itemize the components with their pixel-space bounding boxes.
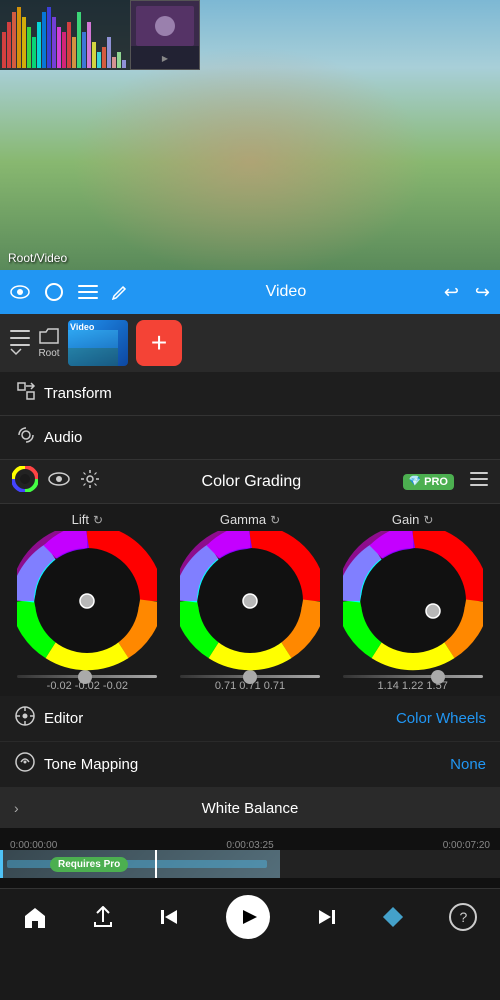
menu-icon[interactable] xyxy=(78,285,98,299)
timeline-clip[interactable] xyxy=(0,850,280,878)
editor-label: Editor xyxy=(44,710,396,727)
clip-row: Root Video + xyxy=(0,314,500,372)
cg-settings-icon[interactable] xyxy=(80,469,100,494)
play-button[interactable] xyxy=(226,895,270,939)
gain-wheel: Gain ↻ xyxy=(337,512,489,692)
gain-reset-icon[interactable]: ↻ xyxy=(423,513,433,527)
lift-values: -0.02 -0.02 -0.02 xyxy=(47,680,128,692)
wheels-row: Lift ↻ xyxy=(6,512,494,692)
gamma-reset-icon[interactable]: ↻ xyxy=(270,513,280,527)
root-label: Root xyxy=(38,348,59,359)
editor-row[interactable]: Editor Color Wheels xyxy=(0,696,500,742)
editor-icon xyxy=(14,705,44,732)
tone-mapping-row[interactable]: Tone Mapping None xyxy=(0,742,500,788)
home-button[interactable] xyxy=(23,906,47,928)
gain-slider[interactable] xyxy=(343,675,483,678)
gain-values: 1.14 1.22 1.57 xyxy=(377,680,447,692)
video-preview: ▶ Root/Video xyxy=(0,0,500,270)
gamma-slider-row xyxy=(180,675,320,678)
audio-row[interactable]: Audio xyxy=(0,416,500,460)
circle-icon[interactable] xyxy=(44,282,64,302)
lift-wheel: Lift ↻ xyxy=(11,512,163,692)
add-clip-button[interactable]: + xyxy=(136,320,182,366)
undo-icon[interactable]: ↩ xyxy=(444,282,459,303)
timeline-bar[interactable]: Requires Pro xyxy=(0,850,500,878)
share-button[interactable] xyxy=(92,906,114,928)
color-wheel-icon[interactable] xyxy=(12,466,38,497)
cg-eye-icon[interactable] xyxy=(48,472,70,491)
playhead xyxy=(155,850,157,878)
eye-icon[interactable] xyxy=(10,285,30,299)
gain-wheel-canvas[interactable] xyxy=(343,531,483,671)
gamma-values: 0.71 0.71 0.71 xyxy=(215,680,285,692)
histogram xyxy=(0,0,130,70)
transform-label: Transform xyxy=(44,385,484,402)
lift-slider-row xyxy=(17,675,157,678)
top-toolbar: Video ↩ ↪ xyxy=(0,270,500,314)
audio-label: Audio xyxy=(44,429,484,446)
redo-icon[interactable]: ↪ xyxy=(475,282,490,303)
pencil-icon[interactable] xyxy=(112,284,128,300)
white-balance-label: White Balance xyxy=(202,800,299,817)
cg-title: Color Grading xyxy=(110,473,393,491)
lift-slider[interactable] xyxy=(17,675,157,678)
pro-badge: 💎 PRO xyxy=(403,474,454,490)
color-grading-section: Color Grading 💎 PRO Lift ↻ xyxy=(0,460,500,828)
help-button[interactable]: ? xyxy=(449,903,477,931)
root-video-label: Root/Video xyxy=(8,251,67,265)
white-balance-row[interactable]: › White Balance xyxy=(0,788,500,828)
gain-slider-row xyxy=(343,675,483,678)
gamma-slider[interactable] xyxy=(180,675,320,678)
video-thumbnail: ▶ xyxy=(130,0,200,70)
video-clip[interactable]: Video xyxy=(68,320,128,366)
cg-menu-icon[interactable] xyxy=(470,472,488,491)
gamma-wheel: Gamma ↻ xyxy=(174,512,326,692)
gamma-label: Gamma xyxy=(220,512,266,527)
lift-reset-icon[interactable]: ↻ xyxy=(93,513,103,527)
editor-value: Color Wheels xyxy=(396,710,486,727)
transform-row[interactable]: Transform xyxy=(0,372,500,416)
prev-frame-button[interactable] xyxy=(159,906,181,928)
root-item[interactable]: Root xyxy=(38,328,60,359)
lift-wheel-canvas[interactable] xyxy=(17,531,157,671)
tone-mapping-icon xyxy=(14,751,44,778)
white-balance-chevron: › xyxy=(14,800,19,816)
next-frame-button[interactable] xyxy=(315,906,337,928)
gain-label: Gain xyxy=(392,512,419,527)
transform-icon xyxy=(16,381,44,406)
diamond-button[interactable] xyxy=(382,906,404,928)
color-wheels-container: Lift ↻ xyxy=(0,504,500,696)
bottom-toolbar: ? xyxy=(0,888,500,944)
audio-icon xyxy=(16,425,44,450)
timeline-section: 0:00:00:00 0:00:03:25 0:00:07:20 Require… xyxy=(0,828,500,888)
toolbar-title: Video xyxy=(142,283,430,301)
svg-text:▶: ▶ xyxy=(162,54,169,63)
requires-pro-badge: Requires Pro xyxy=(50,857,128,872)
tone-mapping-label: Tone Mapping xyxy=(44,756,450,773)
tone-mapping-value: None xyxy=(450,756,486,773)
cg-header: Color Grading 💎 PRO xyxy=(0,460,500,504)
gamma-wheel-canvas[interactable] xyxy=(180,531,320,671)
lift-label: Lift xyxy=(72,512,89,527)
collapse-button[interactable] xyxy=(10,330,30,356)
